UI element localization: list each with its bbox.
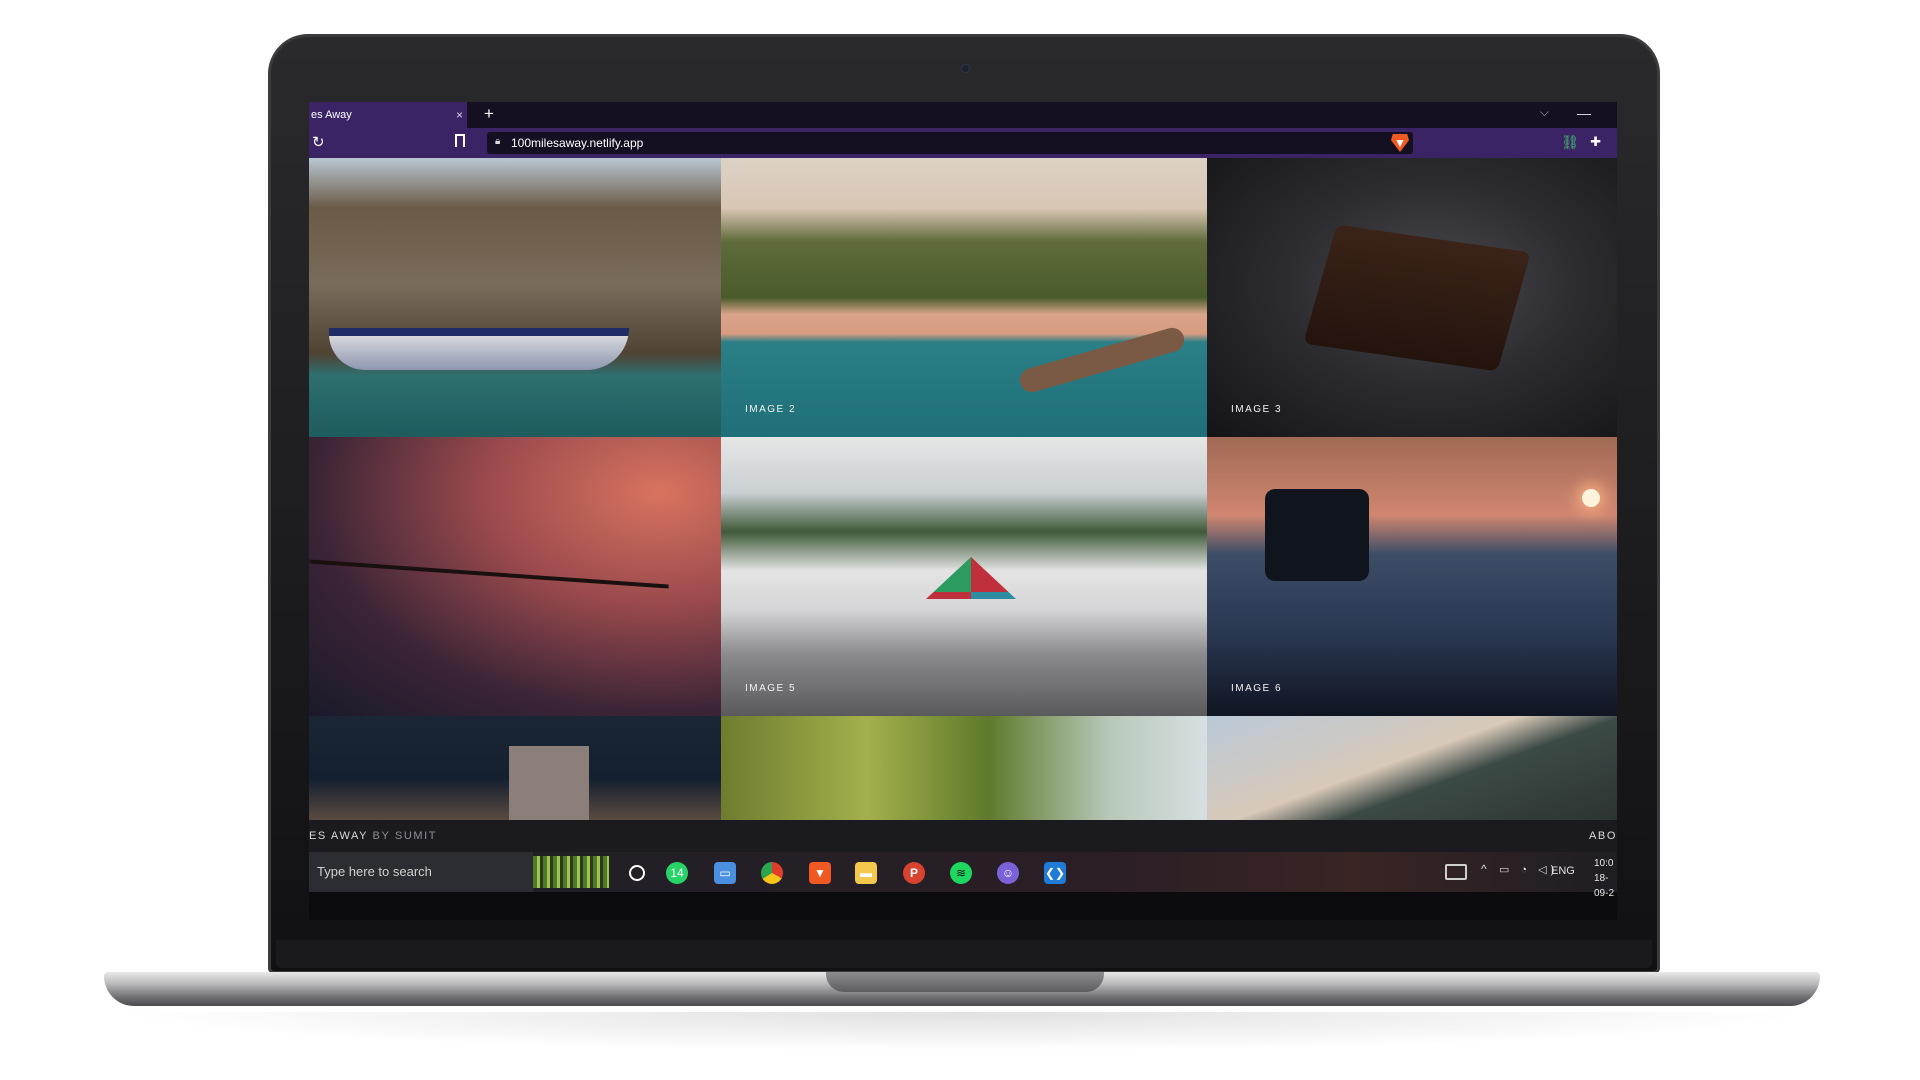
this-pc-icon[interactable]: ▭	[714, 862, 736, 884]
extensions-puzzle-icon[interactable]: ✚	[1590, 134, 1601, 150]
umbrella-shape	[926, 557, 1016, 599]
site-name[interactable]: ES AWAY BY SUMIT	[309, 830, 437, 842]
gallery-image-1[interactable]	[309, 158, 721, 437]
site-title: ES AWAY	[309, 830, 368, 842]
clock-date: 18-09-2	[1594, 873, 1615, 899]
photo-gallery: IMAGE 2 IMAGE 3 IMAGE 5 IMAGE 6	[309, 158, 1617, 820]
discord-icon[interactable]: ☺	[997, 862, 1019, 884]
nav-about-link[interactable]: ABO	[1589, 830, 1617, 842]
image-label: IMAGE 6	[1231, 683, 1283, 694]
gallery-image-7[interactable]	[309, 716, 721, 820]
tray-system-icons[interactable]: ▭ ◔ ◁)	[1499, 863, 1558, 876]
spotify-icon[interactable]: ≋	[950, 862, 972, 884]
minimize-button[interactable]: —	[1577, 102, 1591, 124]
bottom-bezel	[276, 940, 1652, 968]
cake-shape	[1303, 224, 1531, 372]
webcam	[961, 64, 970, 73]
file-explorer-icon[interactable]: ▬	[855, 862, 877, 884]
gallery-image-6[interactable]: IMAGE 6	[1207, 437, 1617, 716]
gallery-image-4[interactable]	[309, 437, 721, 716]
clock-time: 10:0	[1594, 858, 1614, 869]
driftwood-shape	[1016, 325, 1188, 395]
tray-chevron-up-icon[interactable]: ^	[1481, 862, 1487, 876]
url-text: 100milesaway.netlify.app	[511, 136, 644, 150]
boat-shape	[329, 328, 629, 370]
tab-search-chevron-icon[interactable]: ⌵	[1540, 105, 1549, 120]
brave-icon[interactable]: ▼	[809, 862, 831, 884]
news-widget-icon[interactable]	[1445, 864, 1467, 880]
site-author: BY SUMIT	[372, 830, 438, 842]
browser-tab-strip: es Away × + ⌵ —	[309, 102, 1617, 128]
new-tab-button[interactable]: +	[479, 102, 499, 128]
taskbar-search-input[interactable]: Type here to search	[309, 852, 533, 892]
gallery-image-9[interactable]	[1207, 716, 1617, 820]
gallery-image-5[interactable]: IMAGE 5	[721, 437, 1207, 716]
lid-notch	[826, 972, 1104, 992]
image-label: IMAGE 3	[1231, 404, 1283, 415]
whatsapp-icon[interactable]: 14	[666, 862, 688, 884]
reload-icon[interactable]: ↻	[312, 133, 325, 151]
tab-title: es Away	[311, 109, 352, 121]
image-label: IMAGE 2	[745, 404, 797, 415]
action-camera-shape	[1265, 489, 1369, 581]
address-bar[interactable]: 🔒︎ 100milesaway.netlify.app ▼	[487, 132, 1413, 154]
brave-shield-icon[interactable]: ▼	[1391, 134, 1409, 152]
sun-shape	[1582, 489, 1600, 507]
gallery-image-3[interactable]: IMAGE 3	[1207, 158, 1617, 437]
clock[interactable]: 10:0 18-09-2	[1594, 856, 1617, 901]
laptop-shadow	[104, 1012, 1820, 1052]
lock-icon: 🔒︎	[495, 136, 501, 147]
gallery-image-8[interactable]	[721, 716, 1207, 820]
tab-close-icon[interactable]: ×	[456, 102, 463, 128]
p-app-icon[interactable]: P	[903, 862, 925, 884]
building-shape	[509, 746, 589, 820]
browser-tab-active[interactable]: es Away ×	[309, 102, 467, 128]
gallery-image-2[interactable]: IMAGE 2	[721, 158, 1207, 437]
bookmark-icon[interactable]	[455, 134, 465, 147]
crane-shape	[309, 559, 669, 589]
image-label: IMAGE 5	[745, 683, 797, 694]
windows-taskbar: Type here to search 14 ▭ ▼ ▬ P ≋ ☺ ❮❯ ^ …	[309, 852, 1617, 899]
laptop-mockup: es Away × + ⌵ — ↻ 🔒︎ 100milesaway.netlif…	[0, 0, 1920, 1080]
site-footer: ES AWAY BY SUMIT ABO	[309, 820, 1617, 852]
cortana-icon[interactable]	[629, 865, 645, 881]
browser-toolbar: ↻ 🔒︎ 100milesaway.netlify.app ▼ ⛓ ✚	[309, 128, 1617, 158]
link-extension-icon[interactable]: ⛓	[1561, 134, 1579, 151]
screen: es Away × + ⌵ — ↻ 🔒︎ 100milesaway.netlif…	[309, 102, 1617, 920]
language-indicator[interactable]: ENG	[1551, 865, 1575, 877]
vscode-icon[interactable]: ❮❯	[1044, 862, 1066, 884]
chrome-icon[interactable]	[761, 862, 783, 884]
search-highlight-image	[533, 856, 609, 888]
